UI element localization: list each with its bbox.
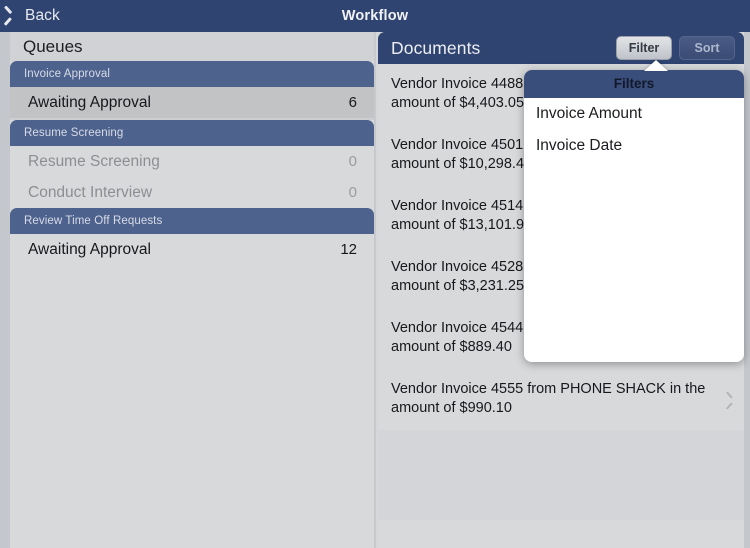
document-list-item[interactable]: Vendor Invoice 4555 from PHONE SHACK in … — [378, 369, 744, 430]
queue-row-resume-screening[interactable]: Resume Screening 0 — [10, 146, 374, 177]
queue-section-header: Invoice Approval — [10, 61, 374, 87]
queue-row-conduct-interview[interactable]: Conduct Interview 0 — [10, 177, 374, 208]
filter-button[interactable]: Filter — [616, 36, 672, 60]
queues-pane: Queues Invoice Approval Awaiting Approva… — [0, 32, 376, 548]
queue-section-header: Review Time Off Requests — [10, 208, 374, 234]
top-navigation-bar: Back Workflow — [0, 0, 750, 32]
filters-popover: Filters Invoice Amount Invoice Date — [524, 70, 744, 362]
queue-row-label: Resume Screening — [28, 153, 160, 170]
back-button-label: Back — [25, 7, 60, 24]
documents-toolbar: Filter Sort — [616, 36, 735, 60]
queue-row-label: Conduct Interview — [28, 184, 153, 201]
queue-row-awaiting-approval-timeoff[interactable]: Awaiting Approval 12 — [10, 234, 374, 265]
chevron-left-icon — [9, 7, 20, 25]
queue-row-count: 6 — [348, 94, 357, 111]
documents-empty-space — [378, 430, 744, 520]
queue-row-awaiting-approval-invoice[interactable]: Awaiting Approval 6 — [10, 87, 374, 118]
popover-arrow — [644, 60, 668, 71]
app-root: Back Workflow Queues Invoice Approval Aw… — [0, 0, 750, 548]
queue-row-count: 0 — [348, 184, 357, 201]
documents-heading: Documents — [391, 37, 481, 58]
queue-row-count: 0 — [348, 153, 357, 170]
filter-option-invoice-date[interactable]: Invoice Date — [524, 130, 744, 162]
queue-row-count: 12 — [340, 241, 357, 258]
queues-heading: Queues — [10, 32, 374, 61]
back-button[interactable]: Back — [0, 0, 60, 32]
queue-section-header: Resume Screening — [10, 120, 374, 146]
filter-option-invoice-amount[interactable]: Invoice Amount — [524, 98, 744, 130]
filters-popover-body: Invoice Amount Invoice Date — [524, 98, 744, 362]
queues-empty-space — [10, 265, 374, 548]
queue-row-label: Awaiting Approval — [28, 241, 151, 258]
document-item-text: Vendor Invoice 4555 from PHONE SHACK in … — [391, 381, 706, 416]
documents-header: Documents Filter Sort — [378, 32, 744, 64]
chevron-right-icon — [723, 393, 732, 408]
sort-button[interactable]: Sort — [679, 36, 735, 60]
queue-row-label: Awaiting Approval — [28, 94, 151, 111]
filters-popover-title: Filters — [524, 70, 744, 98]
page-title: Workflow — [341, 8, 409, 24]
